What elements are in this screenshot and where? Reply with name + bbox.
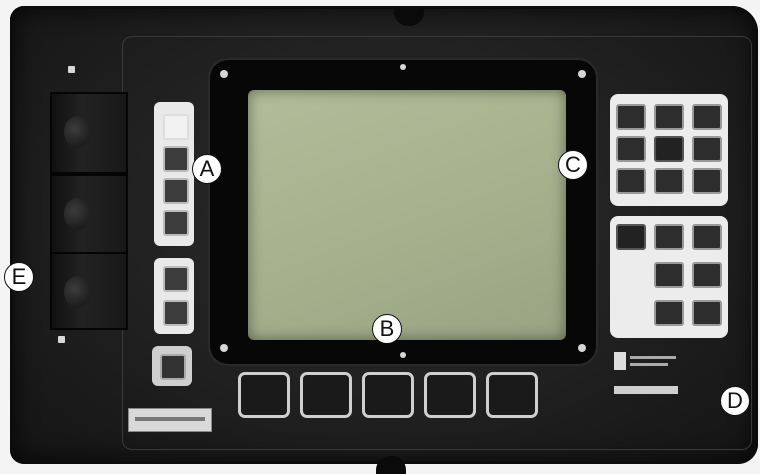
left-button-1[interactable] — [163, 114, 189, 140]
brand-text-bar — [630, 356, 676, 359]
callout-b: B — [372, 314, 402, 344]
left-button-group-lower — [154, 258, 194, 334]
screw-icon — [400, 64, 406, 70]
key-icon[interactable] — [692, 262, 722, 288]
softkey-2[interactable] — [300, 372, 352, 418]
screw-icon — [400, 352, 406, 358]
callout-a: A — [192, 154, 222, 184]
model-label-plate — [128, 408, 212, 432]
key-icon[interactable] — [692, 168, 722, 194]
callout-c: C — [558, 150, 588, 180]
power-icon — [160, 354, 186, 380]
left-button-4[interactable] — [163, 210, 189, 236]
key-icon[interactable] — [692, 104, 722, 130]
key-right-icon[interactable] — [692, 136, 722, 162]
softkey-1[interactable] — [238, 372, 290, 418]
key-icon[interactable] — [654, 300, 684, 326]
key-icon[interactable] — [654, 262, 684, 288]
model-name-bar — [614, 386, 678, 394]
key-icon[interactable] — [616, 104, 646, 130]
connector-knob-icon — [64, 276, 90, 308]
left-button-group-upper — [154, 102, 194, 246]
key-blank[interactable] — [616, 224, 646, 250]
lcd-screen — [248, 90, 566, 340]
key-icon[interactable] — [692, 224, 722, 250]
connector-knob-icon — [64, 116, 90, 148]
key-icon[interactable] — [616, 168, 646, 194]
left-button-5[interactable] — [163, 266, 189, 292]
connector-1 — [50, 92, 128, 174]
screw-icon — [220, 344, 228, 352]
control-display-unit — [10, 6, 758, 474]
callout-d: D — [720, 386, 750, 416]
left-button-6[interactable] — [163, 300, 189, 326]
connector-3 — [50, 252, 128, 330]
connector-knob-icon — [64, 198, 90, 230]
top-mount-notch — [394, 8, 424, 26]
brand-mark-icon — [614, 352, 626, 370]
display-bezel — [210, 60, 596, 364]
power-button[interactable] — [152, 346, 192, 386]
key-up-icon[interactable] — [654, 104, 684, 130]
brand-logo — [614, 352, 694, 374]
brand-text-bar — [630, 363, 668, 366]
screw-icon — [578, 70, 586, 78]
indicator-led-top — [68, 66, 75, 73]
key-icon[interactable] — [654, 224, 684, 250]
softkey-5[interactable] — [486, 372, 538, 418]
softkey-3[interactable] — [362, 372, 414, 418]
navigation-keypad — [610, 94, 728, 206]
connector-2 — [50, 174, 128, 256]
label-text-bar — [135, 417, 205, 421]
callout-e: E — [4, 262, 34, 292]
indicator-led-bottom — [58, 336, 65, 343]
key-left-icon[interactable] — [616, 136, 646, 162]
key-icon[interactable] — [692, 300, 722, 326]
softkey-4[interactable] — [424, 372, 476, 418]
screw-icon — [578, 344, 586, 352]
key-center[interactable] — [654, 136, 684, 162]
screw-icon — [220, 70, 228, 78]
function-keypad — [610, 216, 728, 338]
key-down-icon[interactable] — [654, 168, 684, 194]
left-button-2[interactable] — [163, 146, 189, 172]
left-button-3[interactable] — [163, 178, 189, 204]
bottom-mount-notch — [376, 456, 406, 474]
